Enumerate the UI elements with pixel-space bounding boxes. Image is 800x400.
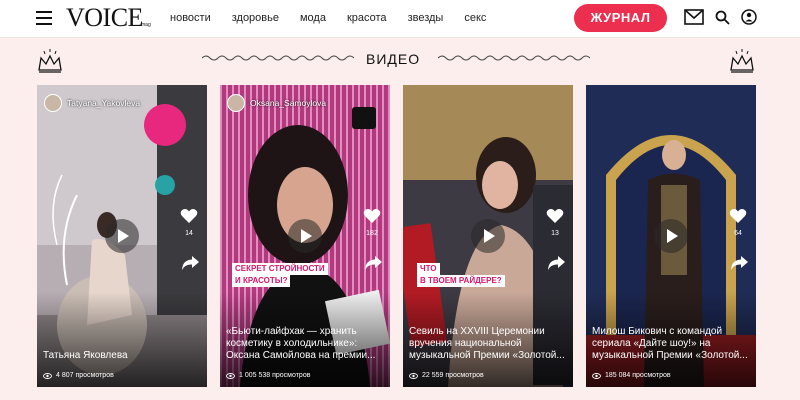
video-caption[interactable]: Татьяна Яковлева: [43, 350, 199, 362]
play-icon[interactable]: [288, 219, 322, 253]
eye-icon: [409, 372, 418, 379]
logo-sub: mag: [141, 22, 151, 28]
heart-icon: [180, 209, 198, 223]
heart-icon: [363, 209, 381, 223]
main-nav: новости здоровье мода красота звезды сек…: [170, 11, 507, 25]
view-count: 185 084 просмотров: [592, 372, 671, 379]
nav-item-news[interactable]: новости: [170, 11, 211, 25]
user-icon[interactable]: [741, 9, 757, 25]
video-sticker: Секрет стройности: [232, 263, 328, 275]
share-icon[interactable]: [547, 255, 565, 271]
like-button[interactable]: 14: [179, 208, 199, 237]
video-card-4[interactable]: 64 Милош Бикович с командой сериала «Дай…: [586, 85, 756, 387]
video-sticker: Что: [417, 263, 440, 275]
eye-icon: [43, 372, 52, 379]
video-card-1[interactable]: Tatyana_Yakovleva 14 Татьяна Яковлева 4 …: [37, 85, 207, 387]
author-name: Tatyana_Yakovleva: [67, 98, 141, 108]
like-count: 13: [551, 230, 559, 237]
eye-icon: [592, 372, 601, 379]
like-count: 64: [734, 230, 742, 237]
title-ornament-right: [438, 55, 590, 61]
video-card-3[interactable]: Что в твоем райдере? 13 Севиль на XXVIII…: [403, 85, 573, 387]
view-count-text: 185 084 просмотров: [605, 372, 671, 379]
play-icon[interactable]: [105, 219, 139, 253]
nav-item-fashion[interactable]: мода: [300, 11, 326, 25]
share-icon[interactable]: [730, 255, 748, 271]
like-count: 182: [366, 230, 378, 237]
share-icon[interactable]: [181, 255, 199, 271]
video-caption[interactable]: Севиль на XXVIII Церемонии вручения наци…: [409, 326, 565, 362]
author-name: Oksana_Samoylova: [250, 98, 327, 108]
site-header: VOICE mag новости здоровье мода красота …: [0, 0, 800, 38]
view-count-text: 22 559 просмотров: [422, 372, 484, 379]
crown-icon-left: [38, 49, 62, 73]
play-icon[interactable]: [654, 219, 688, 253]
play-icon[interactable]: [471, 219, 505, 253]
mail-icon[interactable]: [684, 9, 704, 25]
heart-icon: [729, 209, 747, 223]
section-title: ВИДЕО: [366, 51, 421, 67]
video-caption[interactable]: Милош Бикович с командой сериала «Дайте …: [592, 326, 748, 362]
like-button[interactable]: 13: [545, 208, 565, 237]
like-count: 14: [185, 230, 193, 237]
eye-icon: [226, 372, 235, 379]
video-card-2[interactable]: Oksana_Samoylova Секрет стройности и кра…: [220, 85, 390, 387]
nav-item-stars[interactable]: звезды: [408, 11, 444, 25]
journal-button[interactable]: ЖУРНАЛ: [574, 4, 667, 32]
view-count: 4 807 просмотров: [43, 372, 114, 379]
author-badge[interactable]: Tatyana_Yakovleva: [44, 94, 140, 112]
search-icon[interactable]: [715, 10, 730, 25]
nav-item-sex[interactable]: секс: [464, 11, 486, 25]
like-button[interactable]: 182: [362, 208, 382, 237]
author-badge[interactable]: Oksana_Samoylova: [227, 94, 326, 112]
menu-icon[interactable]: [36, 11, 52, 25]
view-count: 22 559 просмотров: [409, 372, 484, 379]
video-sticker: и красоты?: [232, 275, 291, 287]
site-logo[interactable]: VOICE: [66, 4, 143, 32]
video-sticker: в твоем райдере?: [417, 275, 505, 287]
view-count: 1 005 538 просмотров: [226, 372, 310, 379]
crown-icon-right: [730, 49, 754, 73]
avatar: [44, 94, 62, 112]
like-button[interactable]: 64: [728, 208, 748, 237]
title-ornament-left: [202, 55, 354, 61]
share-icon[interactable]: [364, 255, 382, 271]
nav-item-health[interactable]: здоровье: [232, 11, 279, 25]
avatar: [227, 94, 245, 112]
view-count-text: 1 005 538 просмотров: [239, 372, 311, 379]
heart-icon: [546, 209, 564, 223]
video-caption[interactable]: «Бьюти-лайфхак — хранить косметику в хол…: [226, 326, 382, 362]
nav-item-beauty[interactable]: красота: [347, 11, 387, 25]
view-count-text: 4 807 просмотров: [56, 372, 114, 379]
